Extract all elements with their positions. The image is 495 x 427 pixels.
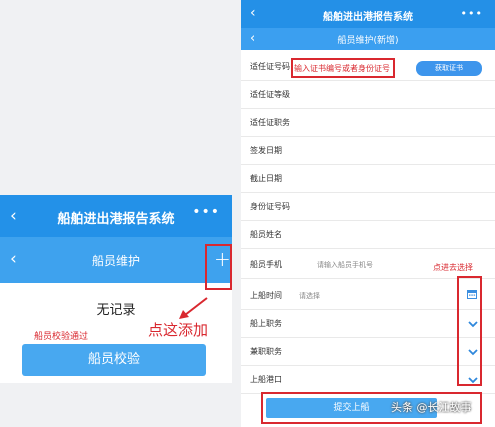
field-label: 适任证职务 — [250, 118, 290, 127]
field-label: 适任证等级 — [250, 90, 290, 99]
app-title: 船舶进出港报告系统 — [323, 12, 413, 23]
field-label: 兼职职务 — [250, 347, 282, 356]
crew-add-screen: ‹ 船舶进出港报告系统 ••• ‹ 船员维护(新增) 适任证号码 输入证书编号或… — [241, 0, 495, 427]
board-time-picker[interactable]: 请选择 — [299, 291, 320, 301]
more-icon[interactable]: ••• — [192, 204, 220, 220]
title-bar: ‹ 船舶进出港报告系统 ••• — [0, 195, 232, 237]
empty-list-text: 无记录 — [96, 303, 136, 318]
add-button-highlight — [205, 244, 232, 290]
more-icon[interactable]: ••• — [461, 7, 483, 20]
field-label: 船员姓名 — [250, 230, 282, 239]
field-label: 适任证号码 — [250, 62, 290, 71]
watermark: 头条 @长江故事 — [391, 401, 472, 414]
field-label: 上船港口 — [250, 375, 282, 384]
crew-verify-button[interactable]: 船员校验 — [22, 344, 206, 376]
annotation-click-here-add: 点这添加 — [148, 321, 209, 339]
page-title: 船员维护(新增) — [337, 36, 399, 46]
form-row-name[interactable]: 船员姓名 — [241, 221, 495, 249]
annotation-tap-to-select: 点进去选择 — [433, 263, 473, 272]
field-label: 上船时间 — [250, 291, 282, 300]
form-row-issue-date[interactable]: 签发日期 — [241, 137, 495, 165]
form-row-expire-date[interactable]: 截止日期 — [241, 165, 495, 193]
field-label: 船上职务 — [250, 319, 282, 328]
get-certificate-button[interactable]: 获取证书 — [416, 61, 482, 76]
phone-input[interactable]: 请输入船员手机号 — [317, 260, 373, 270]
sub-header: ‹ 船员维护 + — [0, 237, 232, 283]
crew-maintenance-screen: ‹ 船舶进出港报告系统 ••• ‹ 船员维护 + 点这添加 无记录 船员校验通过… — [0, 195, 232, 383]
field-label: 签发日期 — [250, 146, 282, 155]
field-label: 截止日期 — [250, 174, 282, 183]
verify-status-text: 船员校验通过 — [34, 332, 89, 342]
field-label: 船员手机 — [250, 260, 282, 269]
cert-no-input[interactable]: 输入证书编号或者身份证号 — [294, 63, 390, 74]
dropdown-highlight — [457, 276, 482, 386]
page-title: 船员维护 — [91, 254, 140, 268]
form-row-cert-level[interactable]: 适任证等级 — [241, 81, 495, 109]
sub-header: ‹ 船员维护(新增) — [241, 28, 495, 50]
title-bar: ‹ 船舶进出港报告系统 ••• — [241, 0, 495, 28]
form-row-cert-duty[interactable]: 适任证职务 — [241, 109, 495, 137]
field-label: 身份证号码 — [250, 202, 290, 211]
form-row-id-no[interactable]: 身份证号码 — [241, 193, 495, 221]
